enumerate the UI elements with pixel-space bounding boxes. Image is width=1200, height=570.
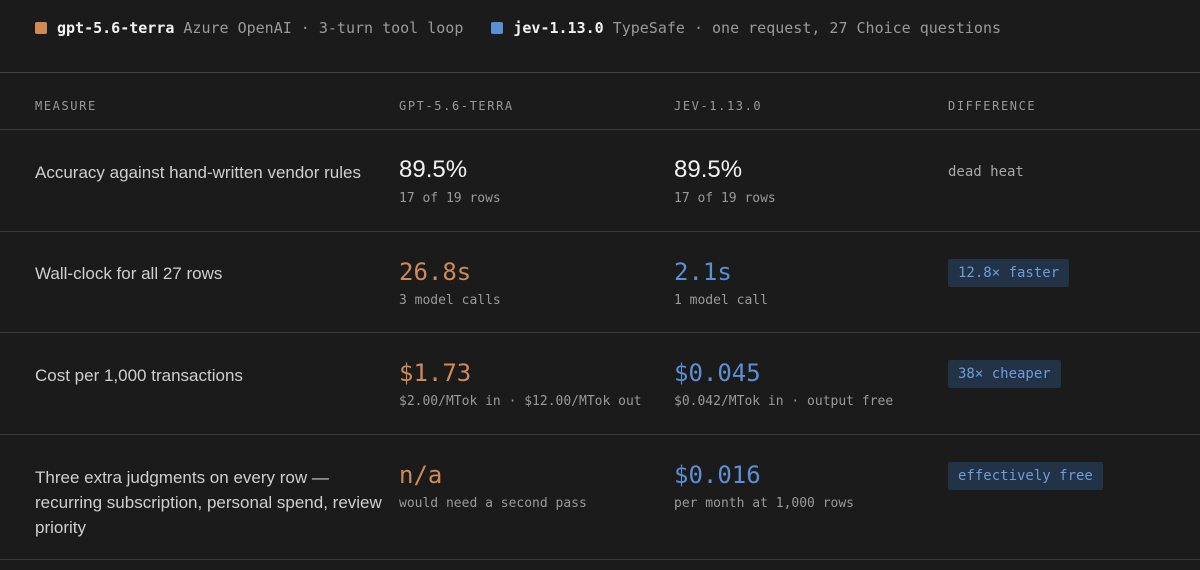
jev-cell: 2.1s 1 model call — [674, 257, 768, 308]
measure-label: Three extra judgments on every row — rec… — [35, 468, 382, 537]
table-row: Wall-clock for all 27 rows 26.8s 3 model… — [0, 232, 1200, 332]
header-jev: JEV-1.13.0 — [674, 99, 763, 113]
jev-value: 89.5% — [674, 156, 743, 183]
terra-value: n/a — [399, 461, 443, 489]
jev-value: $0.045 — [674, 359, 761, 387]
terra-detail: would need a second pass — [399, 496, 587, 511]
header-terra: GPT-5.6-TERRA — [399, 99, 514, 113]
difference-text: dead heat — [948, 164, 1024, 180]
table-row: Three extra judgments on every row — rec… — [0, 435, 1200, 559]
legend-item-jev: jev-1.13.0 TypeSafe · one request, 27 Ch… — [491, 19, 1001, 37]
terra-detail: 17 of 19 rows — [399, 191, 501, 206]
terra-color-swatch — [35, 22, 47, 34]
terra-detail: $2.00/MTok in · $12.00/MTok out — [399, 394, 642, 409]
legend-item-terra: gpt-5.6-terra Azure OpenAI · 3-turn tool… — [35, 19, 463, 37]
row-divider — [0, 559, 1200, 560]
terra-cell: n/a would need a second pass — [399, 460, 587, 511]
jev-value: $0.016 — [674, 461, 761, 489]
terra-value: 89.5% — [399, 156, 468, 183]
terra-value: 26.8s — [399, 258, 472, 286]
terra-cell: $1.73 $2.00/MTok in · $12.00/MTok out — [399, 358, 642, 409]
terra-cell: 26.8s 3 model calls — [399, 257, 501, 308]
jev-color-swatch — [491, 22, 504, 34]
jev-cell: $0.045 $0.042/MTok in · output free — [674, 358, 893, 409]
measure-label: Accuracy against hand-written vendor rul… — [35, 163, 361, 182]
jev-detail: 1 model call — [674, 293, 768, 308]
terra-detail: 3 model calls — [399, 293, 501, 308]
table-row: Cost per 1,000 transactions $1.73 $2.00/… — [0, 333, 1200, 434]
jev-detail: per month at 1,000 rows — [674, 496, 855, 511]
table-row: Accuracy against hand-written vendor rul… — [0, 130, 1200, 231]
legend-name: jev-1.13.0 — [513, 19, 604, 37]
difference-cell: 12.8× faster — [948, 259, 1070, 287]
terra-value: $1.73 — [399, 359, 472, 387]
legend-divider — [0, 72, 1200, 73]
header-measure: MEASURE — [35, 99, 97, 113]
difference-cell: effectively free — [948, 462, 1103, 490]
difference-cell: 38× cheaper — [948, 360, 1061, 388]
jev-cell: 89.5% 17 of 19 rows — [674, 155, 776, 206]
jev-detail: 17 of 19 rows — [674, 191, 776, 206]
difference-badge: 12.8× faster — [948, 259, 1070, 287]
jev-value: 2.1s — [674, 258, 732, 286]
difference-badge: effectively free — [948, 462, 1103, 490]
legend-name: gpt-5.6-terra — [57, 19, 175, 37]
legend: gpt-5.6-terra Azure OpenAI · 3-turn tool… — [35, 17, 1001, 39]
measure-label: Cost per 1,000 transactions — [35, 366, 243, 385]
difference-badge: 38× cheaper — [948, 360, 1061, 388]
terra-cell: 89.5% 17 of 19 rows — [399, 155, 501, 206]
jev-cell: $0.016 per month at 1,000 rows — [674, 460, 854, 511]
measure-label: Wall-clock for all 27 rows — [35, 264, 223, 283]
jev-detail: $0.042/MTok in · output free — [674, 394, 894, 409]
header-difference: DIFFERENCE — [948, 99, 1037, 113]
legend-description: Azure OpenAI · 3-turn tool loop — [183, 19, 464, 37]
legend-description: TypeSafe · one request, 27 Choice questi… — [612, 19, 1002, 37]
